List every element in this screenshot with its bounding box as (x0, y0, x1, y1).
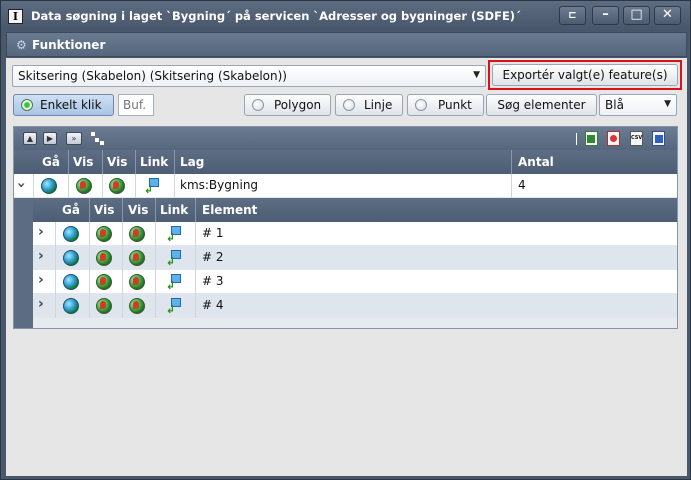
functions-bar[interactable]: ⚙ Funktioner (6, 32, 687, 57)
goto-globe-icon[interactable] (63, 274, 79, 290)
link-icon[interactable]: ↲ (166, 298, 182, 315)
next-icon[interactable]: ▶ (43, 132, 57, 145)
show-map-pin-icon[interactable] (129, 226, 145, 242)
link-icon[interactable]: ↲ (166, 226, 182, 243)
csv-icon[interactable]: CSV (630, 131, 643, 146)
element-id: # 4 (202, 298, 224, 312)
col-header-antal[interactable]: Antal (518, 155, 554, 169)
link-icon[interactable]: ↲ (166, 250, 182, 267)
color-select-value: Blå (605, 98, 624, 112)
title-bar: I Data søgning i laget `Bygning´ på serv… (1, 1, 690, 31)
col-header-lag[interactable]: Lag (180, 155, 204, 169)
grid-toolbar: ▲ ▶ » CSV (14, 127, 677, 150)
goto-globe-icon[interactable] (63, 250, 79, 266)
functions-label: Funktioner (32, 38, 106, 52)
table-row[interactable]: › ↲ # 2 (33, 246, 677, 270)
close-icon: ✕ (662, 7, 673, 22)
pin-icon: ⊏ (568, 10, 577, 21)
show-map-icon[interactable] (96, 274, 112, 290)
enkelt-klik-button[interactable]: Enkelt klik (13, 94, 114, 116)
template-select[interactable]: Skitsering (Skabelon) (Skitsering (Skabe… (12, 65, 486, 87)
col-header-ga[interactable]: Gå (42, 155, 60, 169)
radio-icon (415, 99, 427, 111)
minimize-button[interactable]: – (592, 6, 619, 25)
expand-chevron-icon[interactable]: › (38, 296, 44, 312)
fast-forward-icon[interactable]: » (66, 132, 82, 145)
show-map-pin-icon[interactable] (109, 178, 125, 194)
sub-col-header-vis-2[interactable]: Vis (128, 203, 148, 217)
sub-col-header-element[interactable]: Element (202, 203, 257, 217)
chevron-down-icon: ▼ (473, 70, 480, 80)
col-header-link[interactable]: Link (140, 155, 168, 169)
buffer-input[interactable]: Buf. (118, 94, 154, 116)
table-row[interactable]: › ↲ # 4 (33, 294, 677, 318)
element-id: # 1 (202, 226, 224, 240)
content-area: Skitsering (Skabelon) (Skitsering (Skabe… (6, 58, 687, 476)
expand-chevron-icon[interactable]: › (13, 182, 29, 188)
layer-name: kms:Bygning (180, 178, 259, 192)
pdf-icon[interactable] (607, 131, 620, 146)
sub-col-header-vis[interactable]: Vis (94, 203, 114, 217)
radio-icon (343, 99, 355, 111)
gear-icon: ⚙ (16, 38, 27, 52)
layer-row[interactable]: › ↲ kms:Bygning 4 (13, 174, 677, 198)
maximize-button[interactable]: □ (623, 6, 650, 25)
show-map-pin-icon[interactable] (129, 274, 145, 290)
expand-chevron-icon[interactable]: › (38, 224, 44, 240)
search-elements-button[interactable]: Søg elementer (486, 94, 597, 116)
window-title: Data søgning i laget `Bygning´ på servic… (31, 9, 521, 23)
close-button[interactable]: ✕ (654, 6, 681, 25)
export-button[interactable]: Exportér valgt(e) feature(s) (492, 64, 678, 86)
goto-globe-icon[interactable] (63, 298, 79, 314)
tree-icon[interactable] (90, 131, 106, 146)
sub-col-header-link[interactable]: Link (160, 203, 188, 217)
minimize-icon: – (602, 7, 609, 22)
radio-icon (252, 99, 264, 111)
linje-button[interactable]: Linje (335, 94, 403, 116)
goto-globe-icon[interactable] (63, 226, 79, 242)
link-icon[interactable]: ↲ (144, 178, 160, 195)
show-map-pin-icon[interactable] (129, 250, 145, 266)
goto-globe-icon[interactable] (41, 178, 57, 194)
sub-col-header-ga[interactable]: Gå (62, 203, 80, 217)
show-map-icon[interactable] (76, 178, 92, 194)
app-window: I Data søgning i laget `Bygning´ på serv… (0, 0, 691, 480)
show-map-icon[interactable] (96, 298, 112, 314)
linje-label: Linje (364, 98, 393, 112)
enkelt-klik-label: Enkelt klik (40, 98, 102, 112)
punkt-label: Punkt (438, 98, 472, 112)
polygon-button[interactable]: Polygon (244, 94, 331, 116)
results-grid: ▲ ▶ » CSV Gå Vis Vis Link Lag Antal › ↲ … (13, 126, 678, 329)
excel-icon[interactable] (585, 131, 598, 146)
table-row[interactable]: › ↲ # 3 (33, 270, 677, 294)
col-header-vis[interactable]: Vis (73, 155, 93, 169)
polygon-label: Polygon (274, 98, 322, 112)
expand-chevron-icon[interactable]: › (38, 272, 44, 288)
show-map-icon[interactable] (96, 226, 112, 242)
collapse-up-icon[interactable]: ▲ (23, 132, 37, 145)
app-icon: I (8, 9, 23, 24)
element-id: # 3 (202, 274, 224, 288)
pin-button[interactable]: ⊏ (559, 6, 586, 25)
color-select[interactable]: Blå ▼ (599, 94, 677, 116)
nested-gutter (14, 198, 33, 328)
toolbar-separator (576, 133, 577, 145)
show-map-icon[interactable] (96, 250, 112, 266)
expand-chevron-icon[interactable]: › (38, 248, 44, 264)
show-map-pin-icon[interactable] (129, 298, 145, 314)
punkt-button[interactable]: Punkt (407, 94, 484, 116)
chevron-down-icon: ▼ (664, 99, 671, 109)
maximize-icon: □ (630, 7, 643, 22)
template-select-value: Skitsering (Skabelon) (Skitsering (Skabe… (18, 69, 287, 83)
grid-header: Gå Vis Vis Link Lag Antal (14, 150, 677, 174)
sub-grid-header: Gå Vis Vis Link Element (33, 198, 677, 222)
empty-area (13, 330, 678, 470)
table-row[interactable]: › ↲ # 1 (33, 222, 677, 246)
col-header-vis-2[interactable]: Vis (107, 155, 127, 169)
element-id: # 2 (202, 250, 224, 264)
layer-count: 4 (518, 178, 526, 192)
word-icon[interactable] (652, 131, 665, 146)
radio-selected-icon (21, 99, 33, 111)
link-icon[interactable]: ↲ (166, 274, 182, 291)
